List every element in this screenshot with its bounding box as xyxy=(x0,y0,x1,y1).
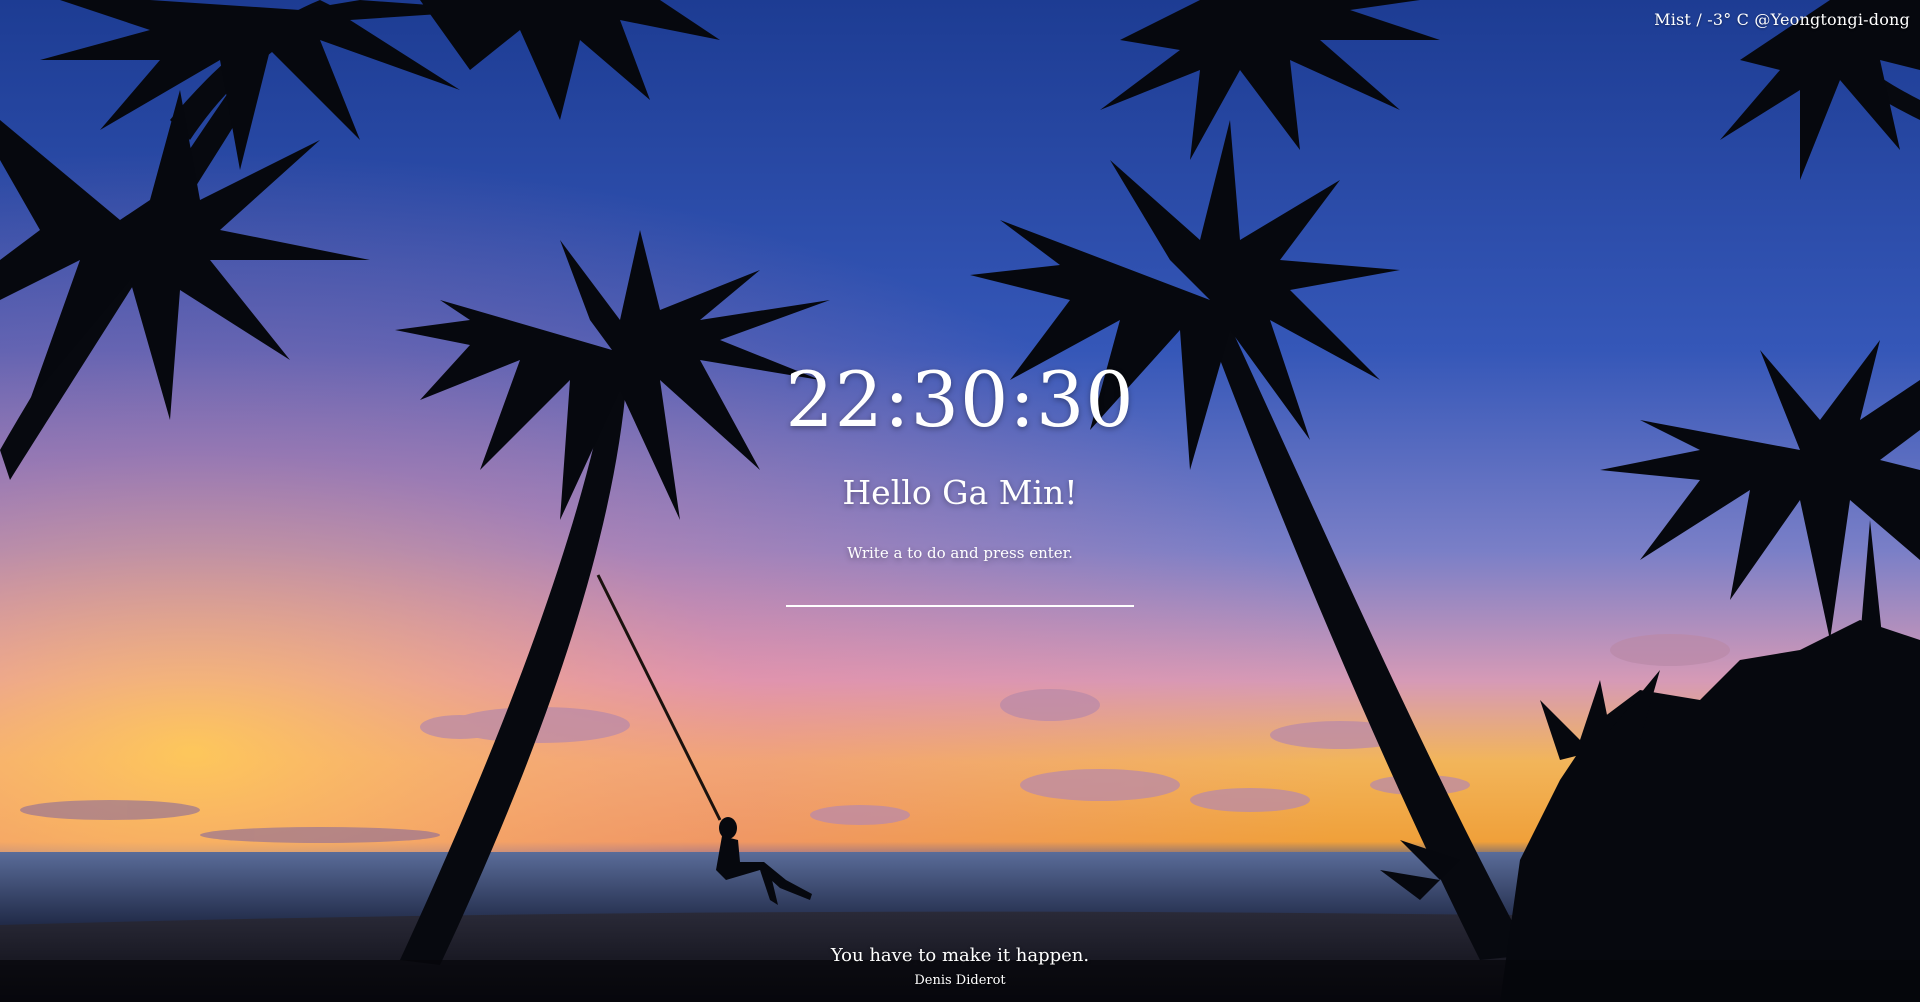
todo-input[interactable] xyxy=(786,577,1134,607)
quote: You have to make it happen. Denis Didero… xyxy=(0,945,1920,989)
quote-author: Denis Diderot xyxy=(914,973,1006,988)
weather-location: Mist / -3° C @Yeongtongi-dong xyxy=(1654,10,1910,29)
quote-text: You have to make it happen. xyxy=(830,945,1090,966)
todo-hint: Write a to do and press enter. xyxy=(847,544,1073,562)
clock: 22:30:30 xyxy=(785,355,1135,444)
greeting: Hello Ga Min! xyxy=(842,473,1078,512)
main-panel: 22:30:30 Hello Ga Min! Write a to do and… xyxy=(0,355,1920,607)
